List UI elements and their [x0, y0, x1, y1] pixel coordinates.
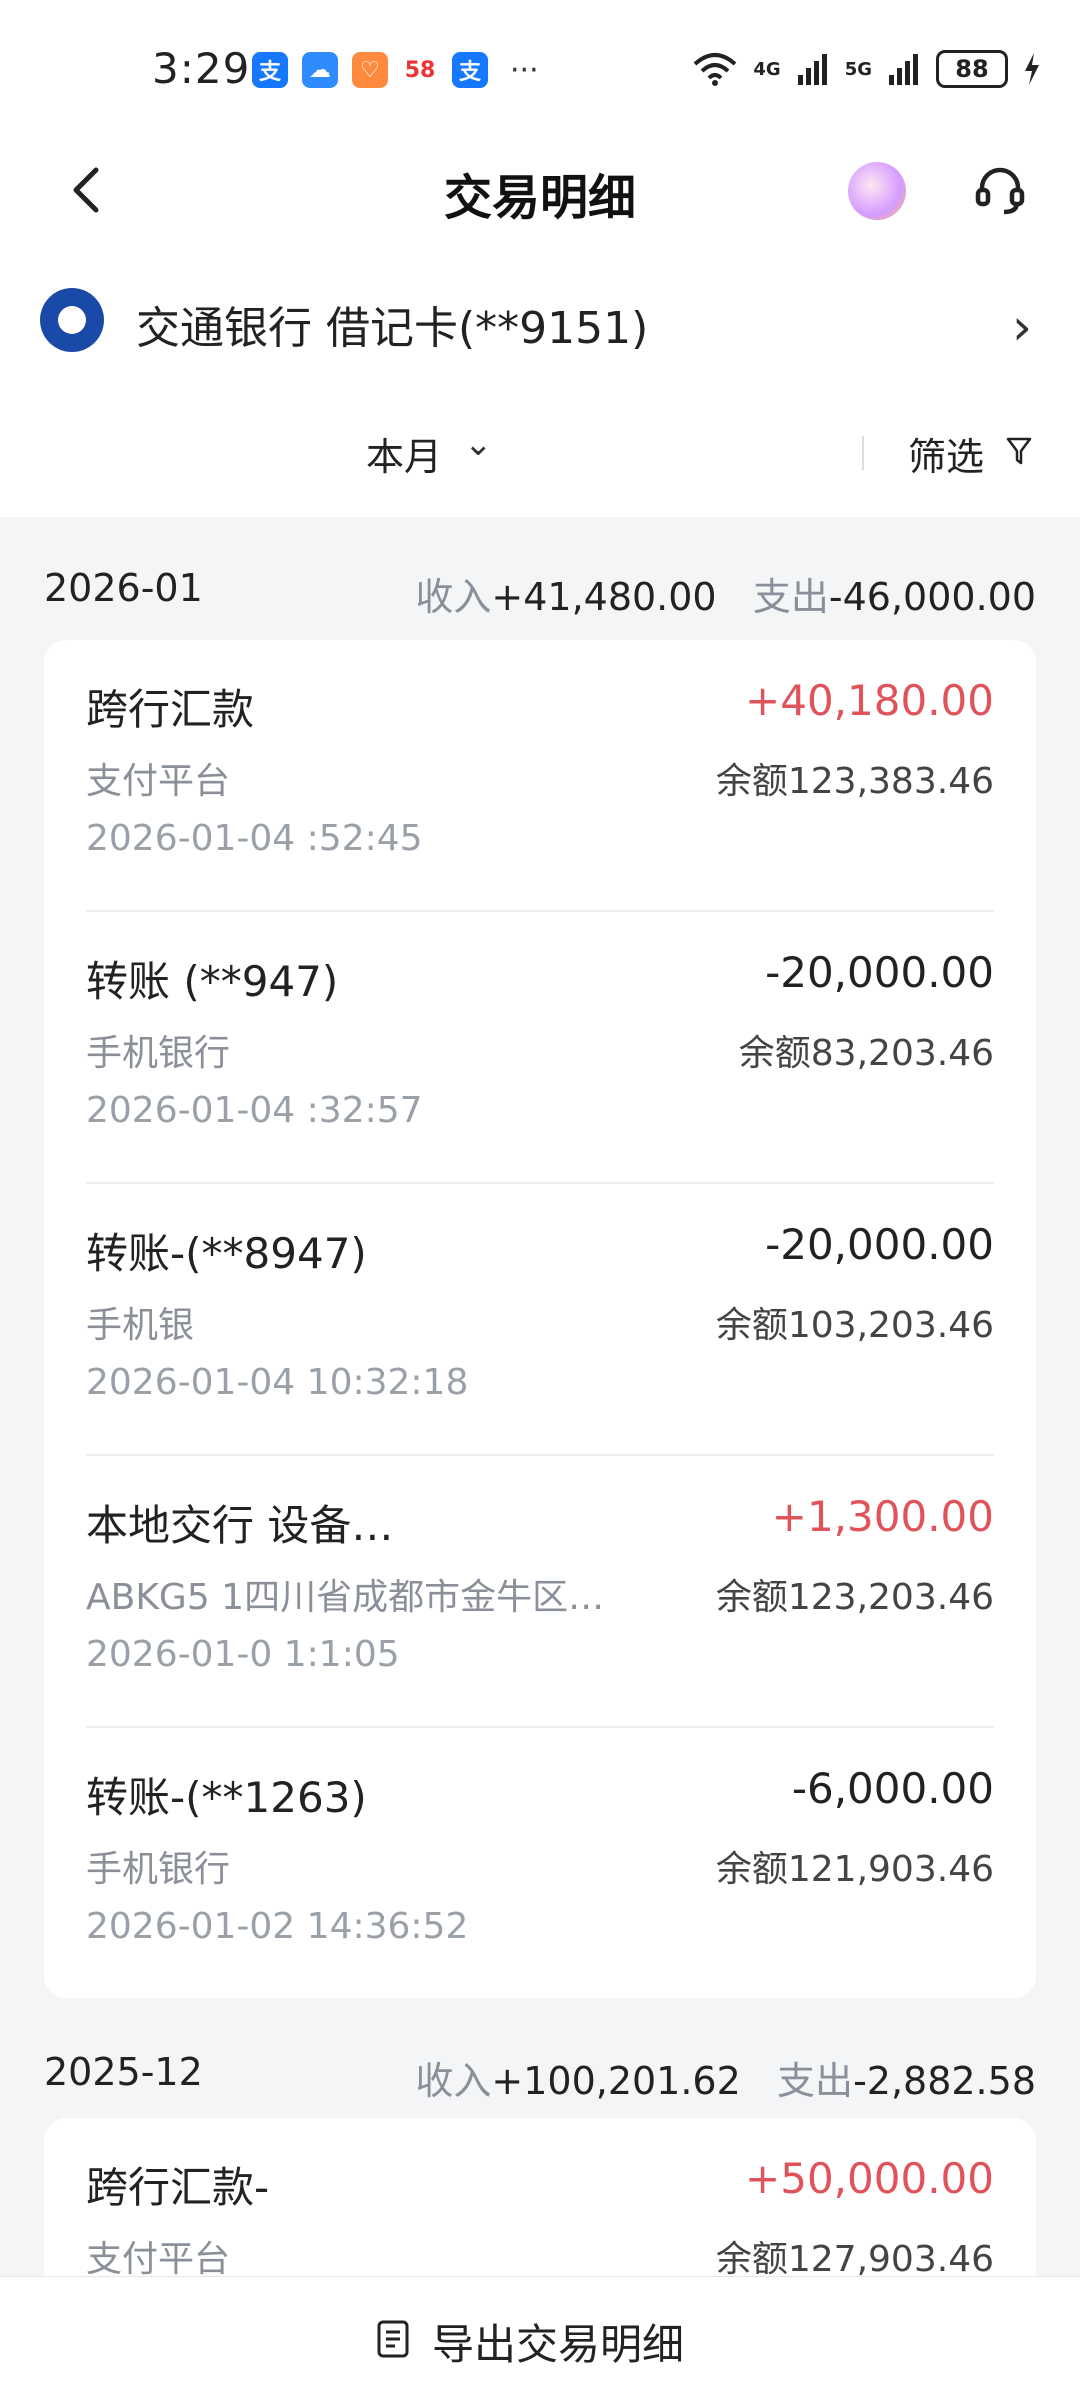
- transaction-amount: -20,000.00: [765, 1220, 994, 1269]
- transaction-item[interactable]: 本地交行 设备… +1,300.00 ABKG5 1四川省成都市金牛区… 余额1…: [86, 1456, 994, 1728]
- transaction-balance: 余额127,903.46: [715, 2239, 994, 2278]
- transaction-item[interactable]: 转账 (**947) -20,000.00 手机银行 余额83,203.46 2…: [86, 912, 994, 1184]
- transaction-title: 转账-(**8947): [86, 1229, 367, 1278]
- status-time: 3:29: [152, 44, 251, 93]
- alipay-icon: 支: [252, 52, 288, 88]
- transaction-title: 转账-(**1263): [86, 1773, 367, 1822]
- transaction-amount: +1,300.00: [771, 1492, 994, 1541]
- transaction-balance: 余额123,203.46: [715, 1577, 994, 1618]
- filter-bar: 本月 ⌄ 筛选: [0, 410, 1080, 500]
- expense-total: -46,000.00: [828, 575, 1036, 619]
- app-58-icon: 58: [402, 52, 438, 88]
- alipay-icon: 支: [452, 52, 488, 88]
- month-summary: 2025-12 收入+100,201.62 支出-2,882.58: [0, 2024, 1080, 2114]
- month-label: 2025-12: [44, 2050, 203, 2094]
- transaction-time: 2026-01-02 14:36:52: [86, 1906, 469, 1947]
- filter-icon[interactable]: [1006, 436, 1032, 466]
- customer-service-icon[interactable]: [972, 162, 1028, 218]
- transaction-balance: 余额103,203.46: [715, 1305, 994, 1346]
- month-totals: 收入+41,480.00 支出-46,000.00: [415, 566, 1036, 621]
- transaction-channel: 支付平台: [86, 2239, 231, 2278]
- transaction-title: 转账 (**947): [86, 957, 339, 1006]
- transaction-time: 2026-01-0 1:1:05: [86, 1634, 400, 1675]
- account-name: 交通银行 借记卡(**9151): [136, 303, 649, 354]
- transaction-item[interactable]: 跨行汇款- +50,000.00 支付平台 余额127,903.46: [86, 2118, 994, 2278]
- transaction-balance: 余额123,383.46: [715, 761, 994, 802]
- transaction-time: 2026-01-04 10:32:18: [86, 1362, 469, 1403]
- notification-icons: 支 ☁ ♡ 58 支 ···: [252, 52, 539, 88]
- transaction-item[interactable]: 转账-(**1263) -6,000.00 手机银行 余额121,903.46 …: [86, 1728, 994, 1998]
- transaction-channel: 手机银行: [86, 1033, 231, 1074]
- cloud-icon: ☁: [302, 52, 338, 88]
- signal-icon: [797, 54, 827, 85]
- export-button-label[interactable]: 导出交易明细: [432, 2311, 684, 2372]
- transaction-channel: 支付平台: [86, 761, 231, 802]
- chevron-right-icon: ›: [1012, 298, 1032, 356]
- network-4g-label: 4G: [753, 58, 781, 80]
- health-icon: ♡: [352, 52, 388, 88]
- period-selector[interactable]: 本月: [366, 426, 442, 481]
- transaction-item[interactable]: 跨行汇款 +40,180.00 支付平台 余额123,383.46 2026-0…: [86, 640, 994, 912]
- filter-button[interactable]: 筛选: [908, 426, 984, 481]
- month-summary: 2026-01 收入+41,480.00 支出-46,000.00: [0, 540, 1080, 630]
- income-total: +100,201.62: [491, 2059, 741, 2103]
- transaction-item[interactable]: 转账-(**8947) -20,000.00 手机银 余额103,203.46 …: [86, 1184, 994, 1456]
- navigation-bar: 交易明细: [0, 140, 1080, 240]
- transaction-title: 跨行汇款: [86, 685, 255, 734]
- transaction-list: 跨行汇款- +50,000.00 支付平台 余额127,903.46: [44, 2118, 1036, 2278]
- export-bar[interactable]: 导出交易明细: [0, 2276, 1080, 2401]
- transaction-amount: -6,000.00: [791, 1764, 994, 1813]
- transaction-amount: +40,180.00: [745, 676, 994, 725]
- status-bar: 3:29 支 ☁ ♡ 58 支 ··· 4G 5G 88: [0, 0, 1080, 140]
- expense-total: -2,882.58: [853, 2059, 1036, 2103]
- transaction-channel: 手机银: [86, 1305, 195, 1346]
- system-indicators: 4G 5G 88: [693, 50, 1040, 88]
- battery-icon: 88: [936, 50, 1008, 88]
- document-icon: [377, 2320, 409, 2358]
- transaction-list: 跨行汇款 +40,180.00 支付平台 余额123,383.46 2026-0…: [44, 640, 1036, 1998]
- transaction-channel: ABKG5 1四川省成都市金牛区…: [86, 1577, 605, 1618]
- transaction-amount: -20,000.00: [765, 948, 994, 997]
- signal-icon: [889, 54, 918, 85]
- network-5g-label: 5G: [844, 58, 872, 80]
- more-notifications-icon: ···: [510, 52, 539, 88]
- transaction-amount: +50,000.00: [745, 2154, 994, 2203]
- month-totals: 收入+100,201.62 支出-2,882.58: [415, 2050, 1036, 2105]
- transaction-time: 2026-01-04 :32:57: [86, 1090, 423, 1131]
- income-label: 收入: [415, 575, 492, 619]
- income-label: 收入: [415, 2059, 492, 2103]
- account-selector[interactable]: 交通银行 借记卡(**9151) ›: [0, 268, 1080, 378]
- wifi-icon: [694, 53, 737, 86]
- page-title: 交易明细: [443, 170, 636, 226]
- bank-logo-icon: [40, 288, 104, 352]
- transaction-channel: 手机银行: [86, 1849, 231, 1890]
- transaction-title: 本地交行 设备…: [86, 1501, 394, 1550]
- transaction-balance: 余额121,903.46: [715, 1849, 994, 1890]
- income-total: +41,480.00: [491, 575, 717, 619]
- transaction-balance: 余额83,203.46: [738, 1033, 994, 1074]
- chevron-down-icon[interactable]: ⌄: [464, 424, 493, 464]
- transaction-time: 2026-01-04 :52:45: [86, 818, 423, 859]
- month-label: 2026-01: [44, 566, 203, 610]
- mascot-icon[interactable]: [848, 162, 906, 220]
- transaction-title: 跨行汇款-: [86, 2163, 270, 2212]
- expense-label: 支出: [752, 575, 829, 619]
- charging-icon: [1025, 53, 1039, 85]
- divider: [862, 436, 864, 470]
- expense-label: 支出: [777, 2059, 854, 2103]
